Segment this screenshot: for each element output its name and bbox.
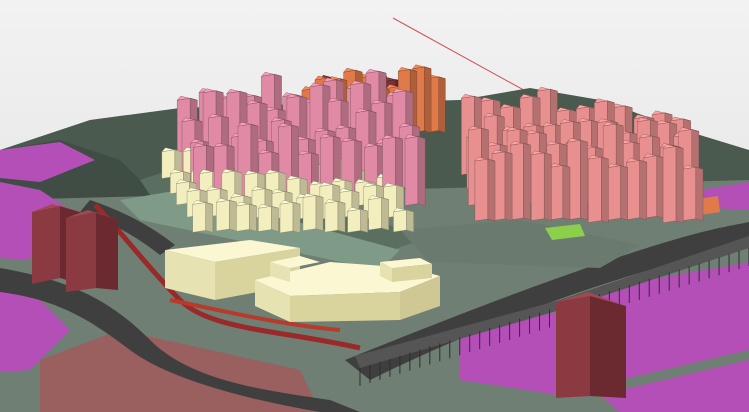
tower bbox=[549, 165, 564, 221]
tower bbox=[216, 199, 230, 232]
tower bbox=[675, 146, 684, 224]
tower bbox=[347, 208, 361, 233]
tower bbox=[279, 201, 294, 234]
tower bbox=[682, 166, 697, 221]
tower bbox=[192, 202, 206, 233]
tower bbox=[662, 146, 677, 224]
tower bbox=[315, 195, 324, 231]
tower bbox=[531, 152, 545, 221]
tower bbox=[249, 203, 257, 232]
tower bbox=[368, 197, 382, 231]
tower bbox=[258, 205, 272, 232]
tower bbox=[381, 197, 389, 231]
tower bbox=[656, 155, 665, 219]
tower bbox=[393, 209, 407, 233]
tower bbox=[324, 201, 339, 233]
tower bbox=[626, 160, 640, 220]
tower bbox=[404, 136, 419, 206]
tower bbox=[424, 66, 432, 133]
tower bbox=[236, 203, 250, 232]
urban-model-scene bbox=[0, 0, 749, 412]
maroon-towers-sw bbox=[32, 204, 118, 292]
tower bbox=[695, 166, 704, 221]
tower bbox=[562, 165, 571, 221]
tower bbox=[544, 152, 552, 221]
tower bbox=[620, 165, 628, 221]
model-viewport[interactable] bbox=[0, 0, 749, 412]
tower bbox=[229, 199, 237, 232]
maroon-tower-se bbox=[556, 292, 626, 398]
tower bbox=[474, 158, 489, 222]
tower bbox=[337, 201, 346, 233]
tower bbox=[292, 201, 301, 234]
tower bbox=[205, 202, 214, 233]
tower bbox=[601, 156, 609, 223]
tower bbox=[523, 142, 531, 221]
tower bbox=[271, 205, 279, 232]
tower bbox=[360, 208, 368, 233]
tower bbox=[406, 209, 414, 233]
tower bbox=[504, 151, 513, 222]
tower bbox=[639, 160, 648, 220]
tower bbox=[487, 158, 496, 222]
tower bbox=[417, 136, 426, 206]
tower bbox=[607, 165, 621, 221]
tower bbox=[302, 195, 317, 231]
tower bbox=[580, 139, 588, 221]
tower bbox=[588, 156, 602, 223]
tower bbox=[438, 76, 446, 133]
